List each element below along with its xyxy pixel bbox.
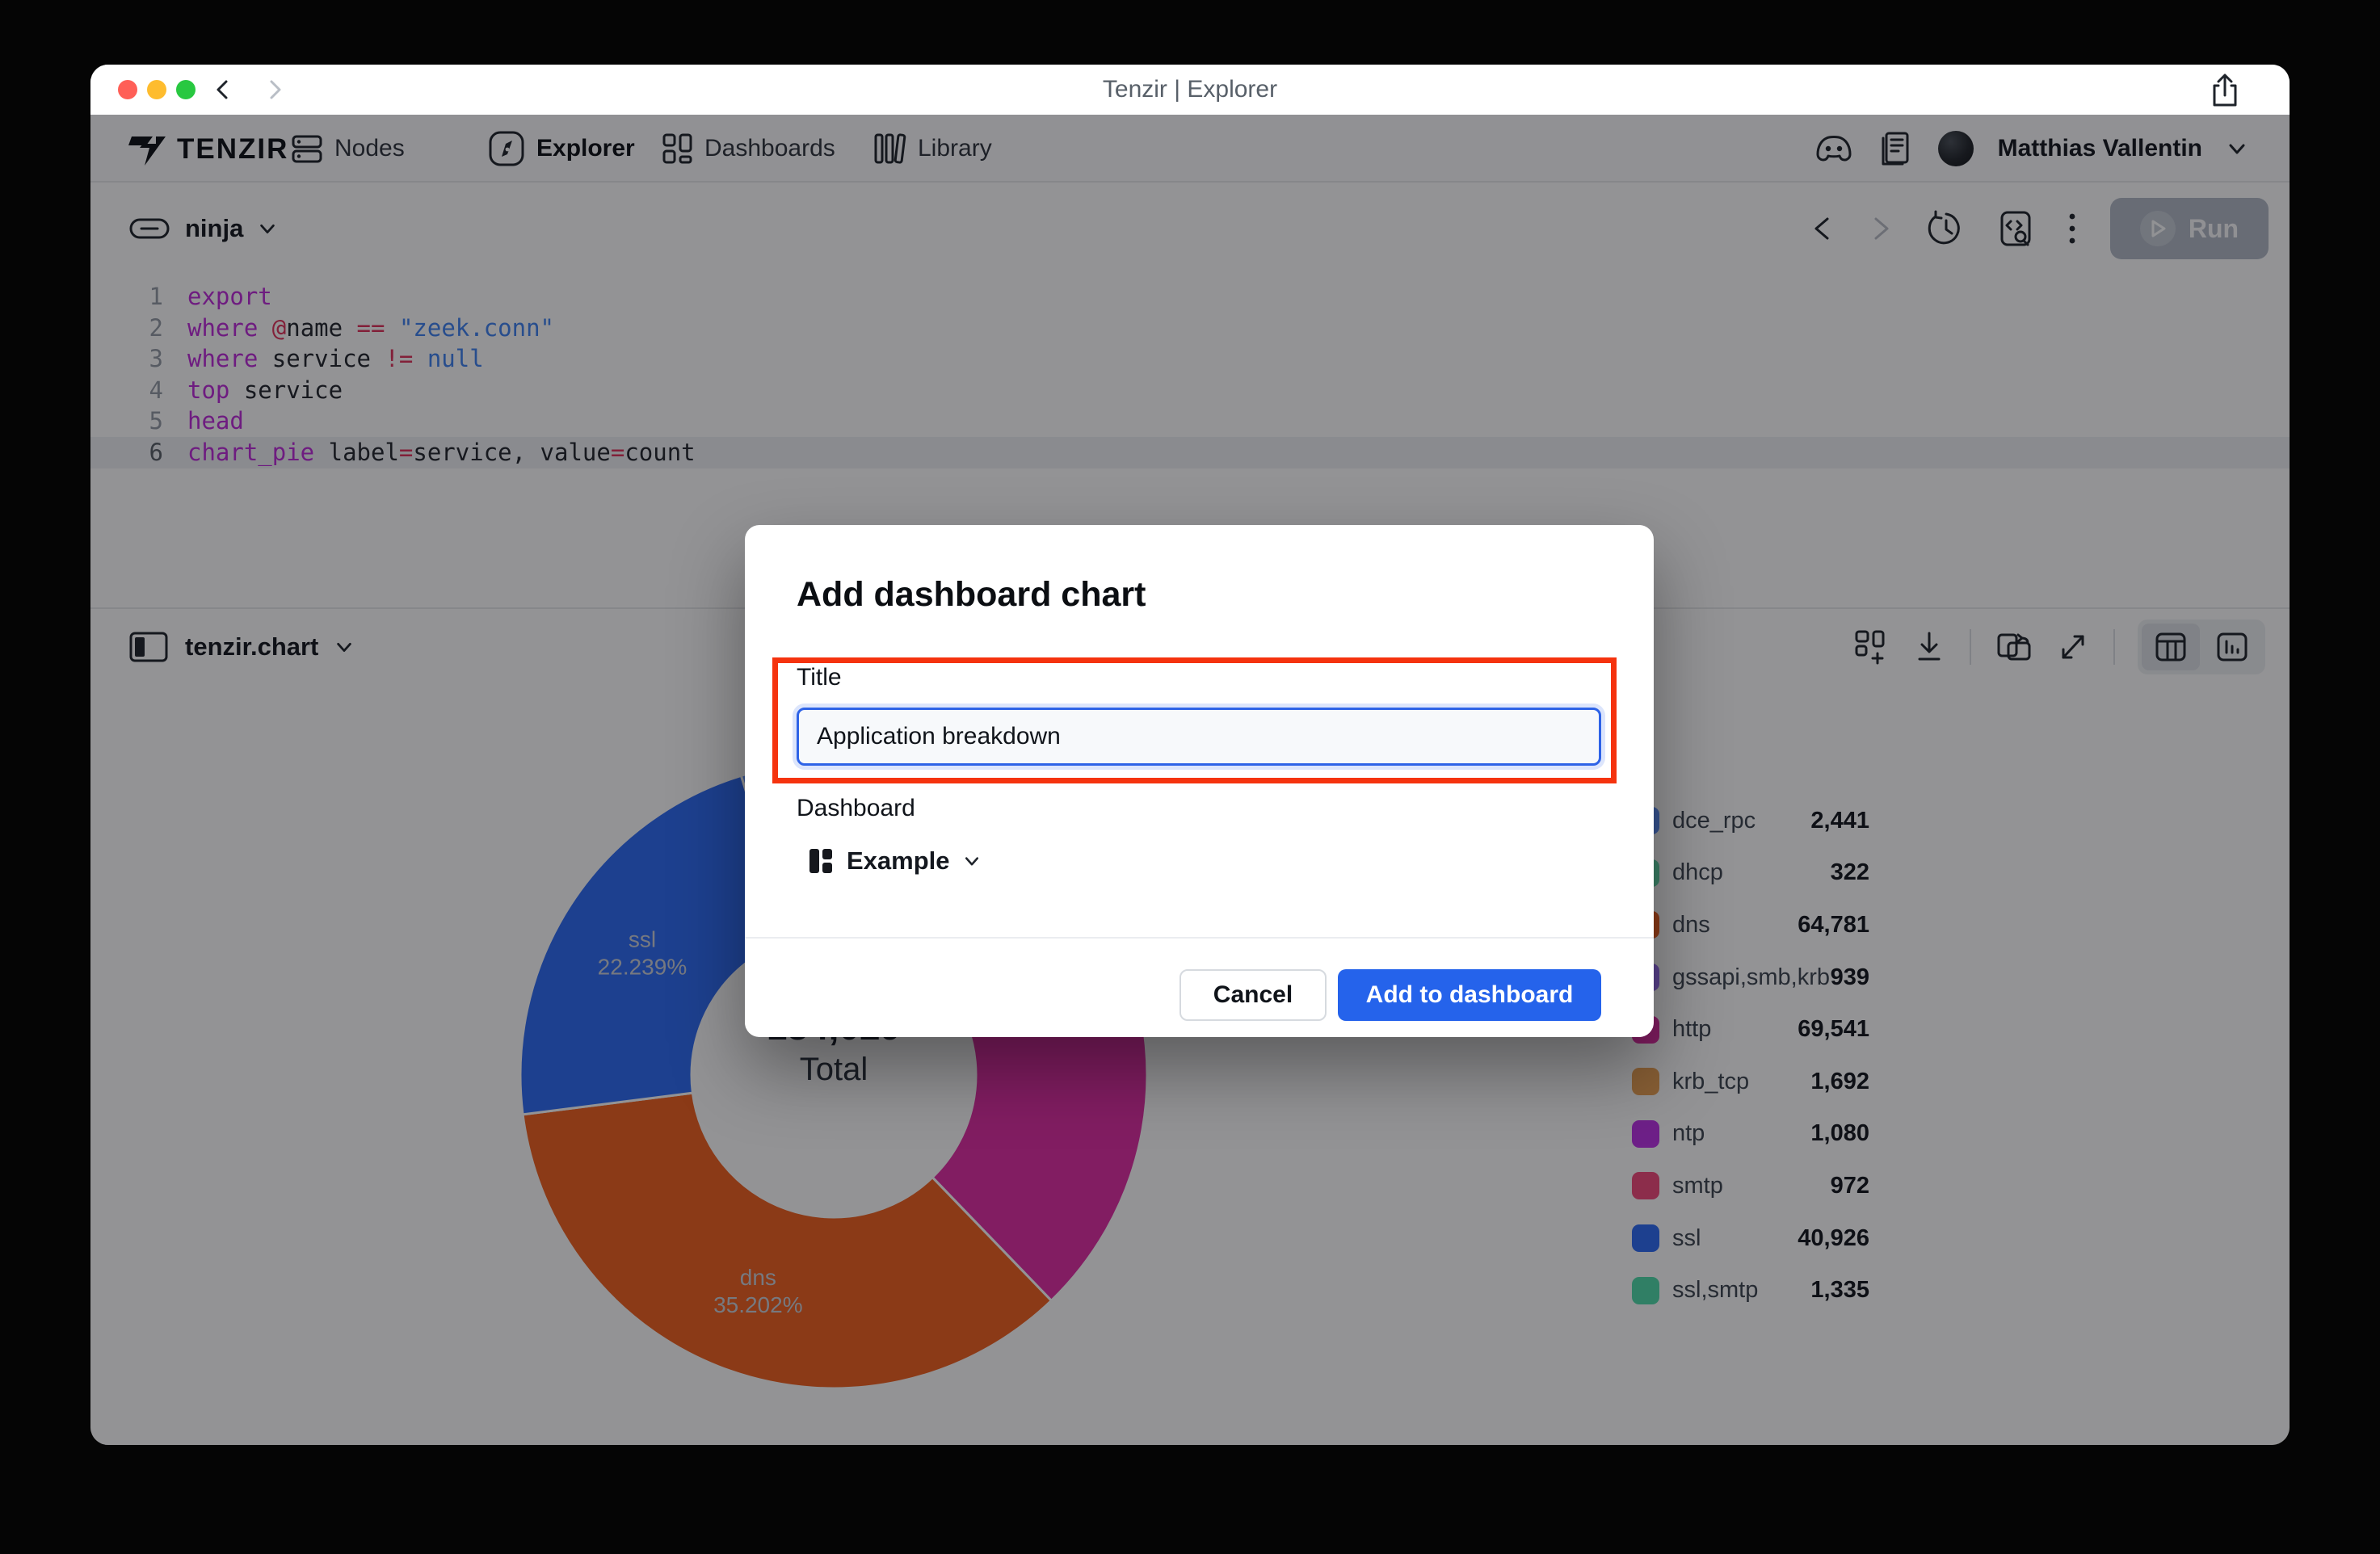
screen: Tenzir | Explorer TENZIR xyxy=(0,0,2380,1554)
share-icon[interactable] xyxy=(2207,71,2243,110)
dashboard-field-label: Dashboard xyxy=(797,795,915,822)
window-title: Tenzir | Explorer xyxy=(90,76,2290,103)
dashboard-mini-icon xyxy=(808,847,834,875)
modal-heading: Add dashboard chart xyxy=(797,575,1146,615)
titlebar: Tenzir | Explorer xyxy=(90,65,2290,115)
app-window: Tenzir | Explorer TENZIR xyxy=(90,65,2290,1445)
dashboard-select[interactable]: Example xyxy=(808,846,981,876)
annotation-highlight-box xyxy=(772,657,1617,783)
modal-footer-divider xyxy=(745,937,1654,939)
cancel-button[interactable]: Cancel xyxy=(1179,969,1327,1021)
dashboard-select-value: Example xyxy=(847,846,950,876)
chevron-down-icon xyxy=(963,852,981,870)
add-to-dashboard-button[interactable]: Add to dashboard xyxy=(1338,969,1601,1021)
